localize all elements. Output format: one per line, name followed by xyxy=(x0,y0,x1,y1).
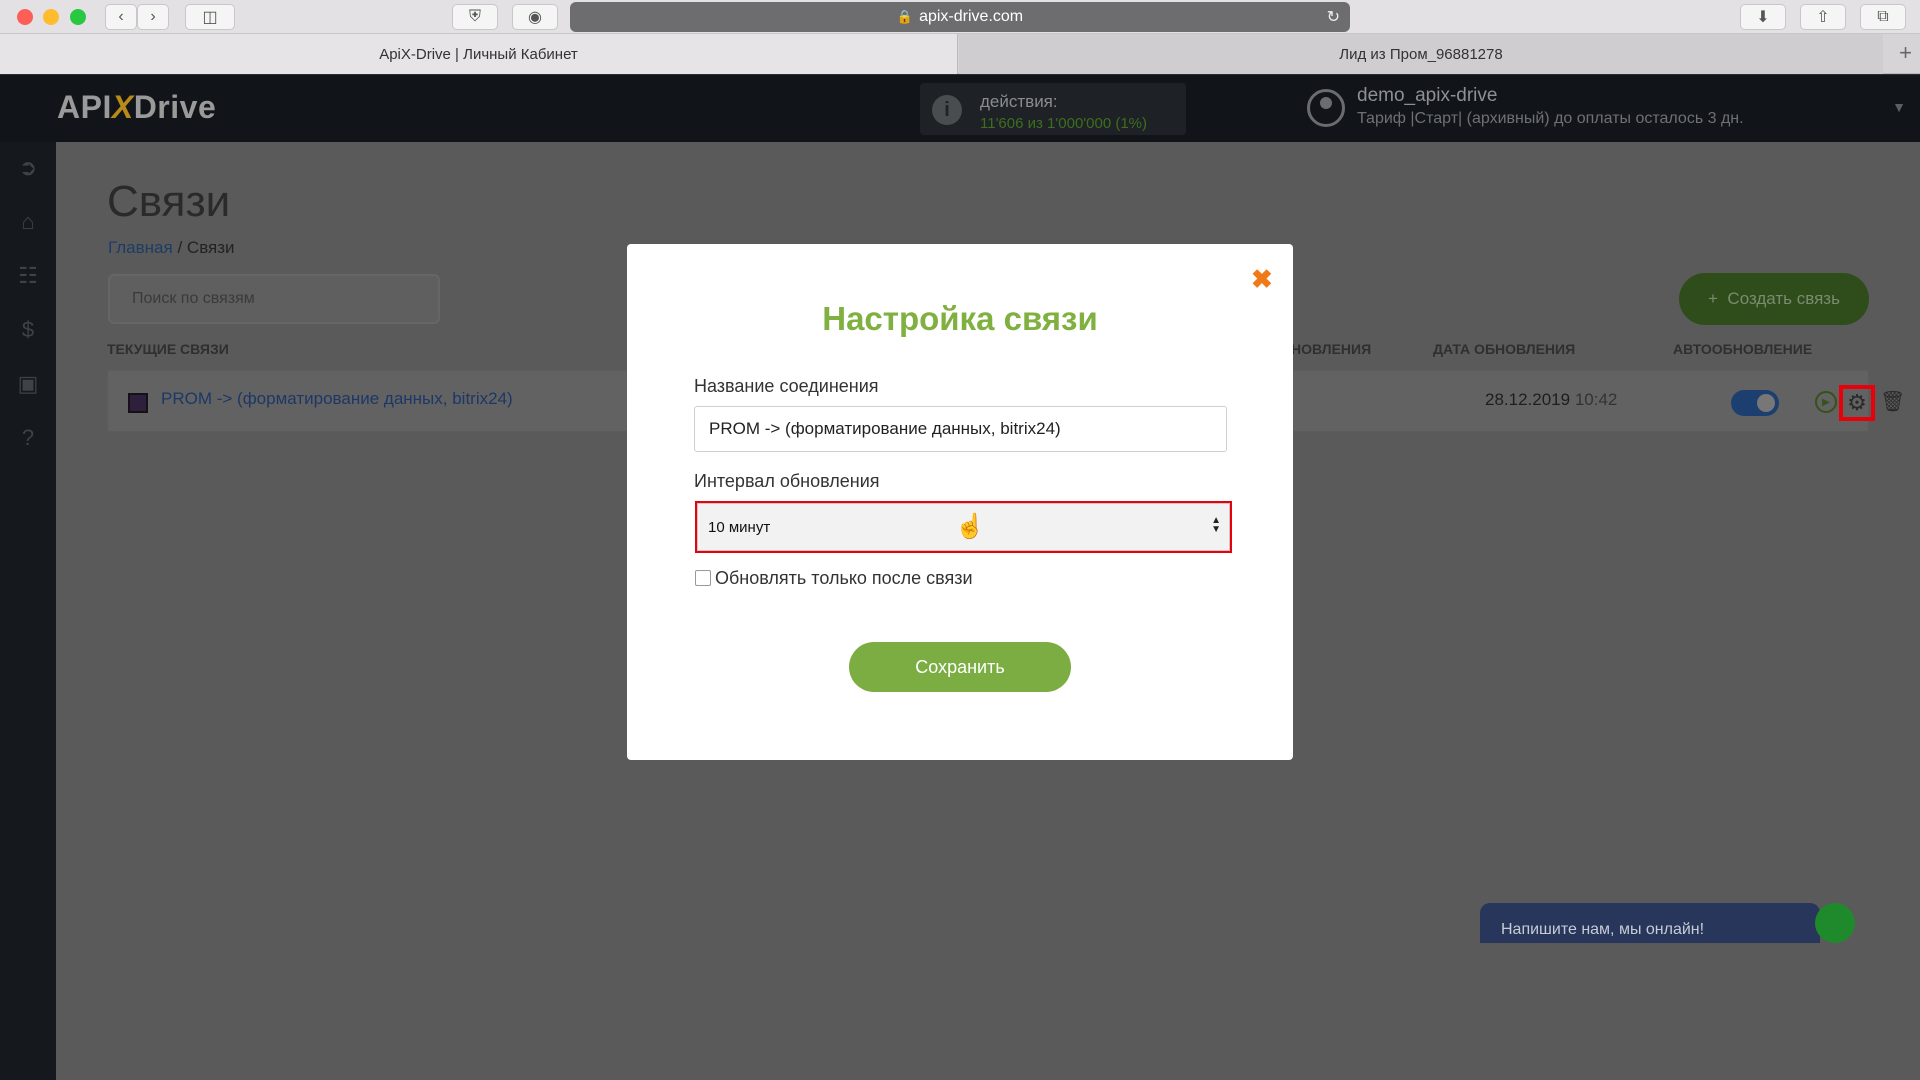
tab-lead[interactable]: Лид из Пром_96881278 xyxy=(959,34,1883,74)
user-tariff: Тариф |Старт| (архивный) до оплаты остал… xyxy=(1357,110,1744,127)
sitemap-icon[interactable]: ☷ xyxy=(14,262,42,290)
update-date: 28.12.2019 10:42 xyxy=(1485,390,1618,409)
app-header: APIXDrive i действия: 11'606 из 1'000'00… xyxy=(0,75,1920,142)
home-icon[interactable]: ⌂ xyxy=(14,208,42,236)
actions-counter: i действия: 11'606 из 1'000'000 (1%) xyxy=(920,83,1186,135)
logo[interactable]: APIXDrive xyxy=(57,89,216,126)
user-avatar-icon[interactable] xyxy=(1307,89,1345,127)
reload-icon[interactable]: ↻ xyxy=(1327,7,1340,27)
tab-bar: ApiX-Drive | Личный Кабинет Лид из Пром_… xyxy=(0,34,1920,74)
briefcase-icon[interactable]: ▣ xyxy=(14,370,42,398)
select-arrows-icon: ▲ ▼ xyxy=(1211,515,1221,535)
breadcrumb-current: Связи xyxy=(186,238,235,257)
back-icon[interactable]: ‹ xyxy=(105,4,137,30)
breadcrumb: Главная / Связи xyxy=(108,238,235,258)
minimize-window-button[interactable] xyxy=(43,9,59,25)
breadcrumb-home[interactable]: Главная xyxy=(108,238,173,257)
connection-settings-modal: ✖ Настройка связи Название соединения Ин… xyxy=(627,244,1293,760)
page-title: Связи xyxy=(107,177,231,226)
trash-icon[interactable]: 🗑 xyxy=(1880,389,1905,414)
connection-name-input[interactable] xyxy=(694,406,1227,452)
lock-icon: 🔒 xyxy=(896,9,914,24)
gear-icon[interactable]: ⚙ xyxy=(1839,385,1875,421)
sidebar: ➲ ⌂ ☷ $ ▣ ? xyxy=(0,142,56,1080)
download-icon[interactable]: ⬇ xyxy=(1740,4,1786,30)
breadcrumb-separator: / xyxy=(177,238,183,257)
interval-value: 10 минут xyxy=(708,519,771,536)
address-bar[interactable]: 🔒 apix-drive.com ↻ xyxy=(570,2,1350,32)
column-update-partial: НОВЛЕНИЯ xyxy=(1291,341,1372,357)
info-icon: i xyxy=(932,95,962,125)
chat-online-indicator xyxy=(1815,903,1855,943)
search-input[interactable]: Поиск по связям xyxy=(108,274,440,324)
new-tab-icon[interactable]: + xyxy=(1899,40,1912,66)
autoupdate-toggle[interactable] xyxy=(1731,390,1779,416)
actions-label: действия: xyxy=(980,92,1058,111)
url-text: apix-drive.com xyxy=(919,8,1024,25)
tab-apix-drive[interactable]: ApiX-Drive | Личный Кабинет xyxy=(0,34,958,74)
update-after-label[interactable]: Обновлять только после связи xyxy=(715,568,973,589)
hand-cursor-icon: ☝ xyxy=(955,513,985,540)
user-name[interactable]: demo_apix-drive xyxy=(1357,85,1497,107)
column-current: ТЕКУЩИЕ СВЯЗИ xyxy=(107,341,229,357)
shield-icon[interactable]: ⛨ xyxy=(452,4,498,30)
connection-link[interactable]: PROM -> (форматирование данных, bitrix24… xyxy=(161,389,513,409)
close-window-button[interactable] xyxy=(17,9,33,25)
interval-label: Интервал обновления xyxy=(694,471,880,491)
extension-icon[interactable]: ◉ xyxy=(512,4,558,30)
share-icon[interactable]: ⇧ xyxy=(1800,4,1846,30)
row-checkbox[interactable] xyxy=(128,393,148,413)
play-icon[interactable]: ▶ xyxy=(1815,391,1837,413)
maximize-window-button[interactable] xyxy=(70,9,86,25)
logout-icon[interactable]: ➲ xyxy=(14,154,42,182)
connection-name-label: Название соединения xyxy=(694,376,879,396)
create-connection-button[interactable]: + Создать связь xyxy=(1679,273,1869,325)
help-icon[interactable]: ? xyxy=(14,424,42,452)
modal-title: Настройка связи xyxy=(822,300,1098,337)
save-button[interactable]: Сохранить xyxy=(849,642,1071,692)
chevron-down-icon[interactable]: ▼ xyxy=(1892,99,1906,115)
sidebar-toggle-icon[interactable]: ◫ xyxy=(185,4,235,30)
chat-widget[interactable]: Напишите нам, мы онлайн! xyxy=(1480,903,1820,943)
browser-titlebar: ‹ › ◫ ⛨ ◉ 🔒 apix-drive.com ↻ ⬇ ⇧ ⧉ xyxy=(0,0,1920,34)
column-update-date: ДАТА ОБНОВЛЕНИЯ xyxy=(1433,341,1576,357)
close-icon[interactable]: ✖ xyxy=(1251,264,1273,295)
column-autoupdate: АВТООБНОВЛЕНИЕ xyxy=(1673,341,1813,357)
update-after-checkbox[interactable] xyxy=(695,570,711,586)
actions-value: 11'606 из 1'000'000 (1%) xyxy=(980,115,1148,132)
forward-icon[interactable]: › xyxy=(137,4,169,30)
dollar-icon[interactable]: $ xyxy=(14,316,42,344)
tabs-overview-icon[interactable]: ⧉ xyxy=(1860,4,1906,30)
